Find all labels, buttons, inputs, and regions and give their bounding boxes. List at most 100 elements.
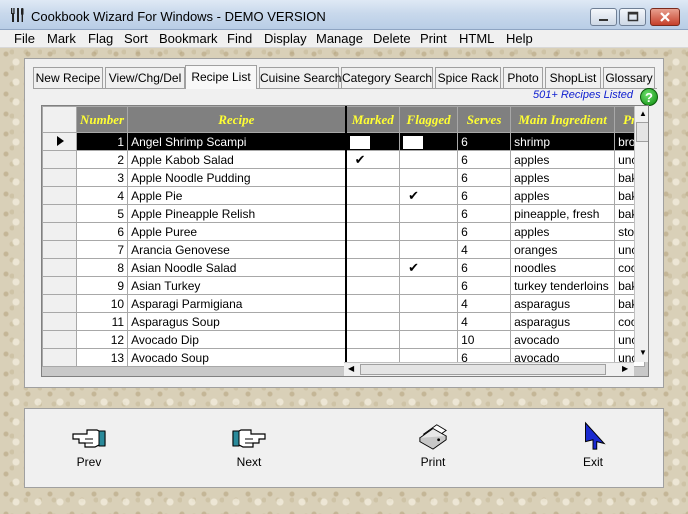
col-header-main-ingredient[interactable]: Main Ingredient bbox=[510, 106, 616, 133]
prev-button[interactable]: Prev bbox=[49, 421, 129, 477]
cell-ingredient[interactable]: shrimp bbox=[510, 132, 616, 151]
cell-flagged[interactable] bbox=[399, 294, 459, 313]
table-row[interactable]: 2 Apple Kabob Salad ✔ 6 apples unc bbox=[42, 150, 646, 169]
cell-flagged[interactable] bbox=[399, 312, 459, 331]
cell-ingredient[interactable]: turkey tenderloins bbox=[510, 276, 616, 295]
cell-number[interactable]: 3 bbox=[75, 168, 129, 187]
scroll-right-icon[interactable]: ▶ bbox=[622, 364, 628, 373]
cell-number[interactable]: 9 bbox=[75, 276, 129, 295]
table-row[interactable]: 11 Asparagus Soup 4 asparagus coc bbox=[42, 312, 646, 331]
cell-number[interactable]: 4 bbox=[75, 186, 129, 205]
menu-manage[interactable]: Manage bbox=[316, 31, 363, 46]
cell-marked[interactable]: ✔ bbox=[345, 150, 401, 169]
cell-flagged[interactable] bbox=[399, 150, 459, 169]
row-selector[interactable] bbox=[42, 204, 77, 223]
close-button[interactable] bbox=[650, 8, 680, 26]
cell-recipe[interactable]: Apple Noodle Pudding bbox=[127, 168, 347, 187]
cell-serves[interactable]: 4 bbox=[457, 312, 512, 331]
cell-number[interactable]: 6 bbox=[75, 222, 129, 241]
next-button[interactable]: Next bbox=[209, 421, 289, 477]
cell-marked[interactable] bbox=[345, 330, 401, 349]
cell-serves[interactable]: 6 bbox=[457, 168, 512, 187]
cell-marked[interactable] bbox=[345, 132, 401, 151]
menu-display[interactable]: Display bbox=[264, 31, 307, 46]
cell-serves[interactable]: 6 bbox=[457, 276, 512, 295]
menu-find[interactable]: Find bbox=[227, 31, 252, 46]
cell-marked[interactable] bbox=[345, 258, 401, 277]
cell-ingredient[interactable]: avocado bbox=[510, 330, 616, 349]
tab-photo[interactable]: Photo bbox=[503, 67, 543, 88]
cell-recipe[interactable]: Avocado Dip bbox=[127, 330, 347, 349]
cell-flagged[interactable] bbox=[399, 240, 459, 259]
table-row[interactable]: 4 Apple Pie ✔ 6 apples bak bbox=[42, 186, 646, 205]
row-selector[interactable] bbox=[42, 240, 77, 259]
cell-recipe[interactable]: Apple Puree bbox=[127, 222, 347, 241]
cell-ingredient[interactable]: asparagus bbox=[510, 312, 616, 331]
cell-ingredient[interactable]: pineapple, fresh bbox=[510, 204, 616, 223]
cell-recipe[interactable]: Arancia Genovese bbox=[127, 240, 347, 259]
minimize-button[interactable] bbox=[590, 8, 617, 26]
table-row[interactable]: 8 Asian Noodle Salad ✔ 6 noodles coc bbox=[42, 258, 646, 277]
row-selector[interactable] bbox=[42, 132, 77, 151]
row-selector[interactable] bbox=[42, 168, 77, 187]
cell-serves[interactable]: 6 bbox=[457, 222, 512, 241]
menu-sort[interactable]: Sort bbox=[124, 31, 148, 46]
cell-flagged[interactable] bbox=[399, 168, 459, 187]
table-row[interactable]: 10 Asparagi Parmigiana 4 asparagus bak bbox=[42, 294, 646, 313]
vertical-scrollbar[interactable]: ▲ ▼ bbox=[634, 106, 648, 362]
cell-number[interactable]: 2 bbox=[75, 150, 129, 169]
row-selector[interactable] bbox=[42, 222, 77, 241]
cell-recipe[interactable]: Apple Kabob Salad bbox=[127, 150, 347, 169]
cell-number[interactable]: 7 bbox=[75, 240, 129, 259]
cell-flagged[interactable] bbox=[399, 204, 459, 223]
tab-spice-rack[interactable]: Spice Rack bbox=[435, 67, 501, 88]
cell-flagged[interactable]: ✔ bbox=[399, 186, 459, 205]
cell-number[interactable]: 12 bbox=[75, 330, 129, 349]
print-button[interactable]: Print bbox=[393, 421, 473, 477]
menu-print[interactable]: Print bbox=[420, 31, 447, 46]
cell-number[interactable]: 1 bbox=[75, 132, 129, 151]
scroll-left-icon[interactable]: ◀ bbox=[348, 364, 354, 373]
cell-recipe[interactable]: Asian Noodle Salad bbox=[127, 258, 347, 277]
tab-category-search[interactable]: Category Search bbox=[341, 67, 433, 88]
cell-ingredient[interactable]: apples bbox=[510, 222, 616, 241]
cell-serves[interactable]: 6 bbox=[457, 258, 512, 277]
cell-marked[interactable] bbox=[345, 240, 401, 259]
menu-delete[interactable]: Delete bbox=[373, 31, 411, 46]
marked-checkbox[interactable] bbox=[349, 135, 370, 149]
cell-ingredient[interactable]: apples bbox=[510, 168, 616, 187]
tab-shoplist[interactable]: ShopList bbox=[545, 67, 601, 88]
horizontal-scroll-thumb[interactable] bbox=[360, 364, 606, 375]
cell-recipe[interactable]: Apple Pineapple Relish bbox=[127, 204, 347, 223]
horizontal-scrollbar[interactable]: ◀ ▶ bbox=[344, 362, 634, 376]
row-selector[interactable] bbox=[42, 258, 77, 277]
cell-ingredient[interactable]: asparagus bbox=[510, 294, 616, 313]
vertical-scroll-thumb[interactable] bbox=[636, 122, 648, 142]
tab-new-recipe[interactable]: New Recipe bbox=[33, 67, 103, 88]
cell-flagged[interactable] bbox=[399, 222, 459, 241]
cell-flagged[interactable]: ✔ bbox=[399, 258, 459, 277]
cell-marked[interactable] bbox=[345, 204, 401, 223]
table-row[interactable]: 9 Asian Turkey 6 turkey tenderloins bak bbox=[42, 276, 646, 295]
cell-recipe[interactable]: Avocado Soup bbox=[127, 348, 347, 367]
col-header-marked[interactable]: Marked bbox=[345, 106, 401, 133]
menu-file[interactable]: File bbox=[14, 31, 35, 46]
cell-serves[interactable]: 6 bbox=[457, 150, 512, 169]
cell-number[interactable]: 11 bbox=[75, 312, 129, 331]
tab-view-chg-del[interactable]: View/Chg/Del bbox=[105, 67, 185, 88]
col-header-flagged[interactable]: Flagged bbox=[399, 106, 459, 133]
cell-ingredient[interactable]: apples bbox=[510, 186, 616, 205]
cell-ingredient[interactable]: noodles bbox=[510, 258, 616, 277]
help-icon[interactable]: ? bbox=[640, 88, 658, 106]
row-selector[interactable] bbox=[42, 294, 77, 313]
table-row[interactable]: 7 Arancia Genovese 4 oranges unc bbox=[42, 240, 646, 259]
cell-serves[interactable]: 6 bbox=[457, 132, 512, 151]
cell-number[interactable]: 10 bbox=[75, 294, 129, 313]
cell-flagged[interactable] bbox=[399, 132, 459, 151]
cell-number[interactable]: 5 bbox=[75, 204, 129, 223]
cell-marked[interactable] bbox=[345, 294, 401, 313]
row-selector[interactable] bbox=[42, 276, 77, 295]
cell-recipe[interactable]: Asparagus Soup bbox=[127, 312, 347, 331]
scroll-up-icon[interactable]: ▲ bbox=[639, 109, 647, 118]
cell-marked[interactable] bbox=[345, 276, 401, 295]
